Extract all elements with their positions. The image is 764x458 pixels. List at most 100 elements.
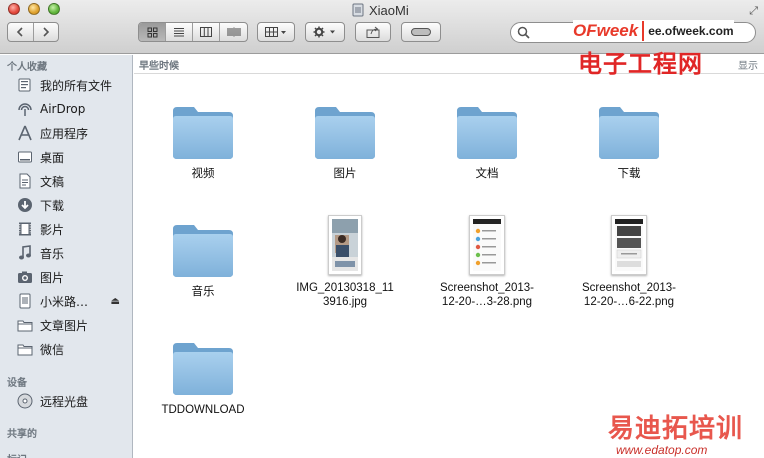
folder-icon [167,97,239,161]
sidebar-item-label: AirDrop [40,102,86,116]
share-icon [366,26,380,38]
desktop-icon [16,148,34,166]
image-thumbnail-icon [309,211,381,275]
folder-icon [593,97,665,161]
file-item-label: 下载 [617,168,641,180]
coverflow-view-button[interactable] [220,23,247,41]
file-item-folder-tddownload[interactable]: TDDOWNLOAD [140,333,266,417]
sidebar-item-label: 文稿 [40,174,65,189]
column-view-icon [200,27,212,37]
ofweek-brand: OFweek [573,21,645,41]
file-item-label: 视频 [191,168,215,180]
sidebar-item-label: 应用程序 [40,126,89,141]
minimize-window-button[interactable] [28,3,40,15]
downloads-icon [16,196,34,214]
sidebar-item-downloads[interactable]: 下载 [16,195,128,215]
eject-icon[interactable]: ⏏ [111,296,120,307]
file-item-label: 音乐 [191,286,215,298]
folder-icon [16,340,34,358]
icon-view-button[interactable] [139,23,166,41]
file-item-photo[interactable]: IMG_20130318_11 3916.jpg [282,211,408,309]
tag-button[interactable] [401,22,441,42]
drive-icon [352,3,364,17]
file-item-folder-downloads[interactable]: 下载 [566,97,692,181]
sidebar-item-label: 我的所有文件 [40,78,113,93]
label-pill-icon [411,28,431,36]
window-title: XiaoMi [352,1,409,19]
action-button[interactable] [305,22,345,42]
zoom-window-button[interactable] [48,3,60,15]
sidebar-item-label: 下载 [40,198,65,213]
sidebar-item-label: 微信 [40,342,65,357]
arrange-button[interactable] [257,22,295,42]
icon-view-icon [147,27,157,37]
column-view-button[interactable] [193,23,220,41]
file-item-label: Screenshot_2013- 12-20-…6-22.png [582,282,676,308]
file-item-label: Screenshot_2013- 12-20-…3-28.png [440,282,534,308]
sidebar-item-documents[interactable]: 文稿 [16,171,128,191]
disc-icon [16,392,34,410]
edatop-watermark: 易迪拓培训 www.edatop.com [608,408,764,457]
coverflow-view-icon [227,27,240,37]
file-item-folder-music[interactable]: 音乐 [140,215,266,299]
folder-icon [451,97,523,161]
sidebar-item-drive[interactable]: 小米路… ⏏ [16,291,128,311]
sidebar-item-wechat[interactable]: 微信 [16,339,128,359]
gear-icon [313,26,335,38]
file-item-label: 图片 [333,168,357,180]
sidebar-item-remote-disc[interactable]: 远程光盘 [16,391,128,411]
music-icon [16,244,34,262]
folder-icon [16,316,34,334]
sidebar-item-movies[interactable]: 影片 [16,219,128,239]
sidebar-item-label: 文章图片 [40,318,89,333]
drive-icon [16,292,34,310]
applications-icon [16,124,34,142]
close-window-button[interactable] [8,3,20,15]
sidebar-item-all-files[interactable]: 我的所有文件 [16,75,128,95]
pictures-icon [16,268,34,286]
file-item-screenshot-2[interactable]: Screenshot_2013- 12-20-…6-22.png [566,211,692,309]
search-icon [517,26,530,39]
image-thumbnail-icon [593,211,665,275]
forward-button[interactable] [34,23,59,41]
sidebar: 个人收藏 我的所有文件 AirDrop 应用程序 桌面 文稿 下载 影片 音乐 … [0,55,133,458]
folder-icon [167,333,239,397]
ofweek-url: ee.ofweek.com [648,24,734,38]
sidebar-item-label: 桌面 [40,150,65,165]
share-button[interactable] [355,22,391,42]
file-item-folder-pictures[interactable]: 图片 [282,97,408,181]
show-all-link[interactable]: 显示 [738,57,758,72]
devices-header: 设备 [7,378,27,389]
sidebar-item-desktop[interactable]: 桌面 [16,147,128,167]
all-files-icon [16,76,34,94]
file-item-screenshot-1[interactable]: Screenshot_2013- 12-20-…3-28.png [424,211,550,309]
ofweek-cn-watermark: 电子工程网 [578,50,703,78]
list-view-button[interactable] [166,23,193,41]
sidebar-item-label: 图片 [40,270,65,285]
file-browser: 早些时候 显示 视频 图片 文档 下载 音乐 IMG_20130318_11 3… [134,55,764,458]
sidebar-item-label: 影片 [40,222,65,237]
nav-buttons [7,22,59,42]
folder-icon [309,97,381,161]
arrange-grid-icon [265,27,286,37]
group-title: 早些时候 [139,61,179,72]
sidebar-item-pictures[interactable]: 图片 [16,267,128,287]
file-item-label: 文档 [475,168,499,180]
back-button[interactable] [8,23,34,41]
ofweek-logo: OFweek ee.ofweek.com [573,20,734,42]
sidebar-item-article-pictures[interactable]: 文章图片 [16,315,128,335]
finder-window: XiaoMi ⤢ OFweek ee.ofweek.com 电子工程网 个人收藏… [0,0,764,458]
sidebar-item-label: 小米路… [40,294,89,309]
fullscreen-icon[interactable]: ⤢ [749,4,758,18]
sidebar-item-music[interactable]: 音乐 [16,243,128,263]
sidebar-item-airdrop[interactable]: AirDrop [16,99,128,119]
chevron-left-icon [17,27,23,37]
file-item-folder-documents[interactable]: 文档 [424,97,550,181]
sidebar-item-applications[interactable]: 应用程序 [16,123,128,143]
folder-icon [167,215,239,279]
edatop-cn-text: 易迪拓培训 [608,414,744,444]
file-item-folder-videos[interactable]: 视频 [140,97,266,181]
file-item-label: IMG_20130318_11 3916.jpg [296,282,394,308]
sidebar-item-label: 音乐 [40,246,65,261]
shared-header: 共享的 [7,429,37,440]
